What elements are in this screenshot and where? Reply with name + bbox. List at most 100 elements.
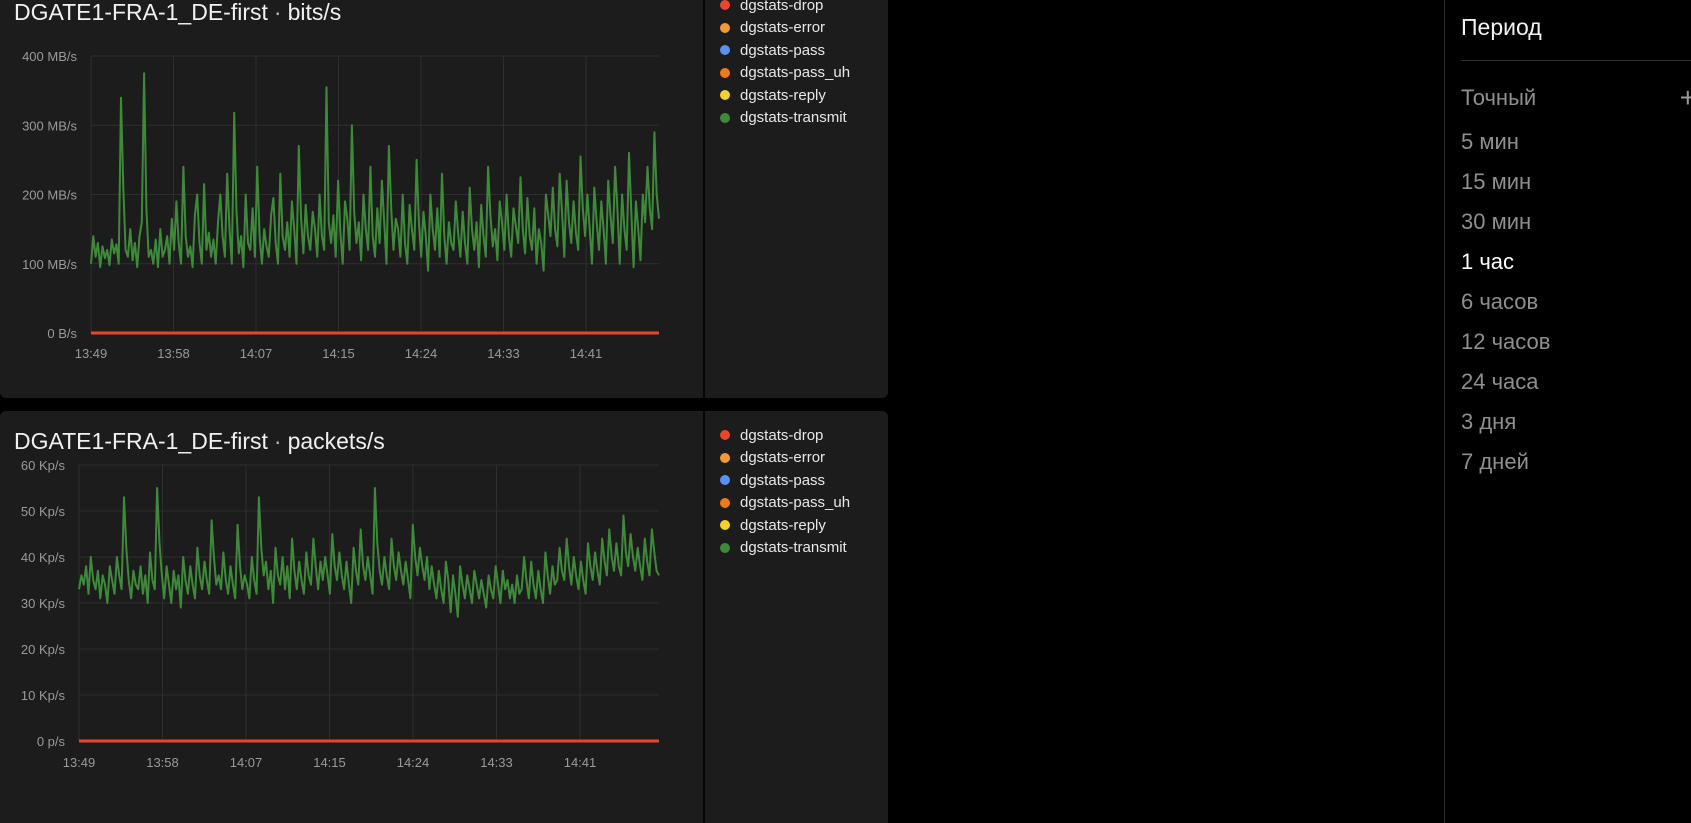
sidebar-divider	[1461, 60, 1691, 61]
y-tick-label: 20 Kp/s	[21, 642, 66, 657]
x-tick-label: 14:24	[405, 346, 438, 361]
period-option[interactable]: 12 часов	[1461, 324, 1691, 364]
panel-divider	[703, 0, 705, 398]
legend-label: dgstats-pass_uh	[740, 64, 851, 82]
legend-dot-icon	[720, 112, 730, 123]
y-tick-label: 200 MB/s	[22, 188, 77, 203]
period-list: Точный +5 мин 15 мин 30 мин 1 час 6 часов 12 ч…	[1461, 80, 1691, 484]
x-tick-label: 14:41	[564, 755, 597, 770]
series-line-dgstats-transmit	[78, 487, 660, 618]
y-tick-label: 60 Kp/s	[21, 458, 66, 473]
legend-item-dgstats-pass_uh[interactable]: dgstats-pass_uh	[720, 62, 850, 85]
period-sidebar: Период Точный +5 мин 15 мин 30 мин 1 час 6 ча…	[1444, 0, 1691, 823]
x-tick-label: 13:49	[75, 346, 108, 361]
period-option[interactable]: Точный +	[1461, 80, 1691, 124]
y-tick-label: 400 MB/s	[22, 49, 77, 64]
y-tick-label: 0 p/s	[37, 734, 66, 749]
y-tick-label: 300 MB/s	[22, 118, 77, 133]
grid-lines	[90, 55, 659, 334]
period-option-label: 12 часов	[1461, 329, 1551, 354]
x-tick-label: 14:07	[230, 755, 263, 770]
legend-label: dgstats-reply	[740, 86, 826, 104]
period-option[interactable]: 1 час	[1461, 244, 1691, 284]
period-option-label: 30 мин	[1461, 209, 1532, 234]
x-tick-label: 13:58	[157, 346, 190, 361]
period-option[interactable]: 7 дней	[1461, 444, 1691, 484]
legend-item-dgstats-pass[interactable]: dgstats-pass	[720, 39, 850, 62]
legend-dot-icon	[720, 542, 730, 553]
legend-item-dgstats-error[interactable]: dgstats-error	[720, 17, 850, 40]
period-option[interactable]: 30 мин	[1461, 204, 1691, 244]
axis-labels: 0 B/s 100 MB/s 200 MB/s 300 MB/s 400 MB/s 13:…	[22, 49, 602, 361]
legend-item-dgstats-reply[interactable]: dgstats-reply	[720, 84, 850, 107]
y-tick-label: 40 Kp/s	[21, 550, 66, 565]
legend-dot-icon	[720, 0, 730, 11]
legend-item-dgstats-pass_uh[interactable]: dgstats-pass_uh	[720, 492, 850, 515]
x-tick-label: 13:49	[63, 755, 96, 770]
legend-dot-icon	[720, 430, 730, 441]
period-option-label: Точный	[1461, 85, 1537, 110]
period-option-label: 24 часа	[1461, 369, 1539, 394]
line-chart-packets[interactable]: 0 p/s 10 Kp/s 20 Kp/s 30 Kp/s 40 Kp/s 50 Kp/s…	[0, 411, 700, 823]
x-tick-label: 14:07	[240, 346, 273, 361]
period-option-label: 3 дня	[1461, 409, 1517, 434]
legend-dot-icon	[720, 22, 730, 33]
legend-label: dgstats-pass	[740, 41, 826, 59]
period-option-label: 7 дней	[1461, 449, 1529, 474]
y-tick-label: 100 MB/s	[22, 257, 77, 272]
x-tick-label: 13:58	[146, 755, 179, 770]
legend-item-dgstats-pass[interactable]: dgstats-pass	[720, 469, 850, 492]
x-tick-label: 14:33	[487, 346, 520, 361]
period-option-label: 5 мин	[1461, 129, 1519, 154]
chart-panel-packets: DGATE1-FRA-1_DE-first · packets/s 0 p/s 10 …	[0, 411, 888, 823]
plus-icon[interactable]: +	[1680, 80, 1691, 116]
grid-lines	[78, 464, 659, 742]
period-option-label: 15 мин	[1461, 169, 1532, 194]
period-option[interactable]: 3 дня	[1461, 404, 1691, 444]
sidebar-title: Период	[1461, 14, 1542, 40]
x-tick-label: 14:41	[570, 346, 603, 361]
period-option-label: 1 час	[1461, 249, 1515, 274]
period-option[interactable]: 6 часов	[1461, 284, 1691, 324]
legend-dot-icon	[720, 497, 730, 508]
legend-label: dgstats-error	[740, 19, 826, 37]
x-tick-label: 14:33	[480, 755, 513, 770]
legend-item-dgstats-error[interactable]: dgstats-error	[720, 447, 850, 470]
x-tick-label: 14:24	[397, 755, 430, 770]
y-tick-label: 0 B/s	[47, 326, 77, 341]
chart-legend: dgstats-drop dgstats-error dgstats-pass dgs…	[720, 0, 850, 129]
legend-item-dgstats-drop[interactable]: dgstats-drop	[720, 0, 850, 17]
chart-legend: dgstats-drop dgstats-error dgstats-pass dgs…	[720, 424, 850, 559]
period-option[interactable]: 24 часа	[1461, 364, 1691, 404]
legend-item-dgstats-drop[interactable]: dgstats-drop	[720, 424, 850, 447]
legend-dot-icon	[720, 520, 730, 531]
legend-item-dgstats-transmit[interactable]: dgstats-transmit	[720, 107, 850, 130]
y-tick-label: 10 Kp/s	[21, 688, 66, 703]
legend-label: dgstats-pass	[740, 471, 826, 489]
legend-label: dgstats-error	[740, 449, 826, 467]
period-option[interactable]: 5 мин	[1461, 124, 1691, 164]
legend-dot-icon	[720, 90, 730, 101]
legend-label: dgstats-reply	[740, 516, 826, 534]
x-tick-label: 14:15	[322, 346, 355, 361]
series-line-dgstats-transmit	[90, 72, 660, 272]
panel-divider	[703, 411, 705, 823]
legend-label: dgstats-drop	[740, 426, 824, 444]
legend-dot-icon	[720, 45, 730, 56]
period-option-label: 6 часов	[1461, 289, 1539, 314]
legend-dot-icon	[720, 452, 730, 463]
axis-labels: 0 p/s 10 Kp/s 20 Kp/s 30 Kp/s 40 Kp/s 50 Kp/s…	[21, 458, 596, 770]
line-chart-bits[interactable]: 0 B/s 100 MB/s 200 MB/s 300 MB/s 400 MB/s 13:…	[0, 0, 700, 398]
y-tick-label: 30 Kp/s	[21, 596, 66, 611]
legend-label: dgstats-transmit	[740, 109, 847, 127]
period-option[interactable]: 15 мин	[1461, 164, 1691, 204]
legend-label: dgstats-pass_uh	[740, 494, 851, 512]
chart-panel-bits: DGATE1-FRA-1_DE-first · bits/s 0 B/s 100 MB…	[0, 0, 888, 398]
x-tick-label: 14:15	[313, 755, 346, 770]
legend-label: dgstats-drop	[740, 0, 824, 14]
legend-item-dgstats-transmit[interactable]: dgstats-transmit	[720, 537, 850, 560]
legend-dot-icon	[720, 475, 730, 486]
legend-dot-icon	[720, 67, 730, 78]
legend-item-dgstats-reply[interactable]: dgstats-reply	[720, 514, 850, 537]
legend-label: dgstats-transmit	[740, 539, 847, 557]
